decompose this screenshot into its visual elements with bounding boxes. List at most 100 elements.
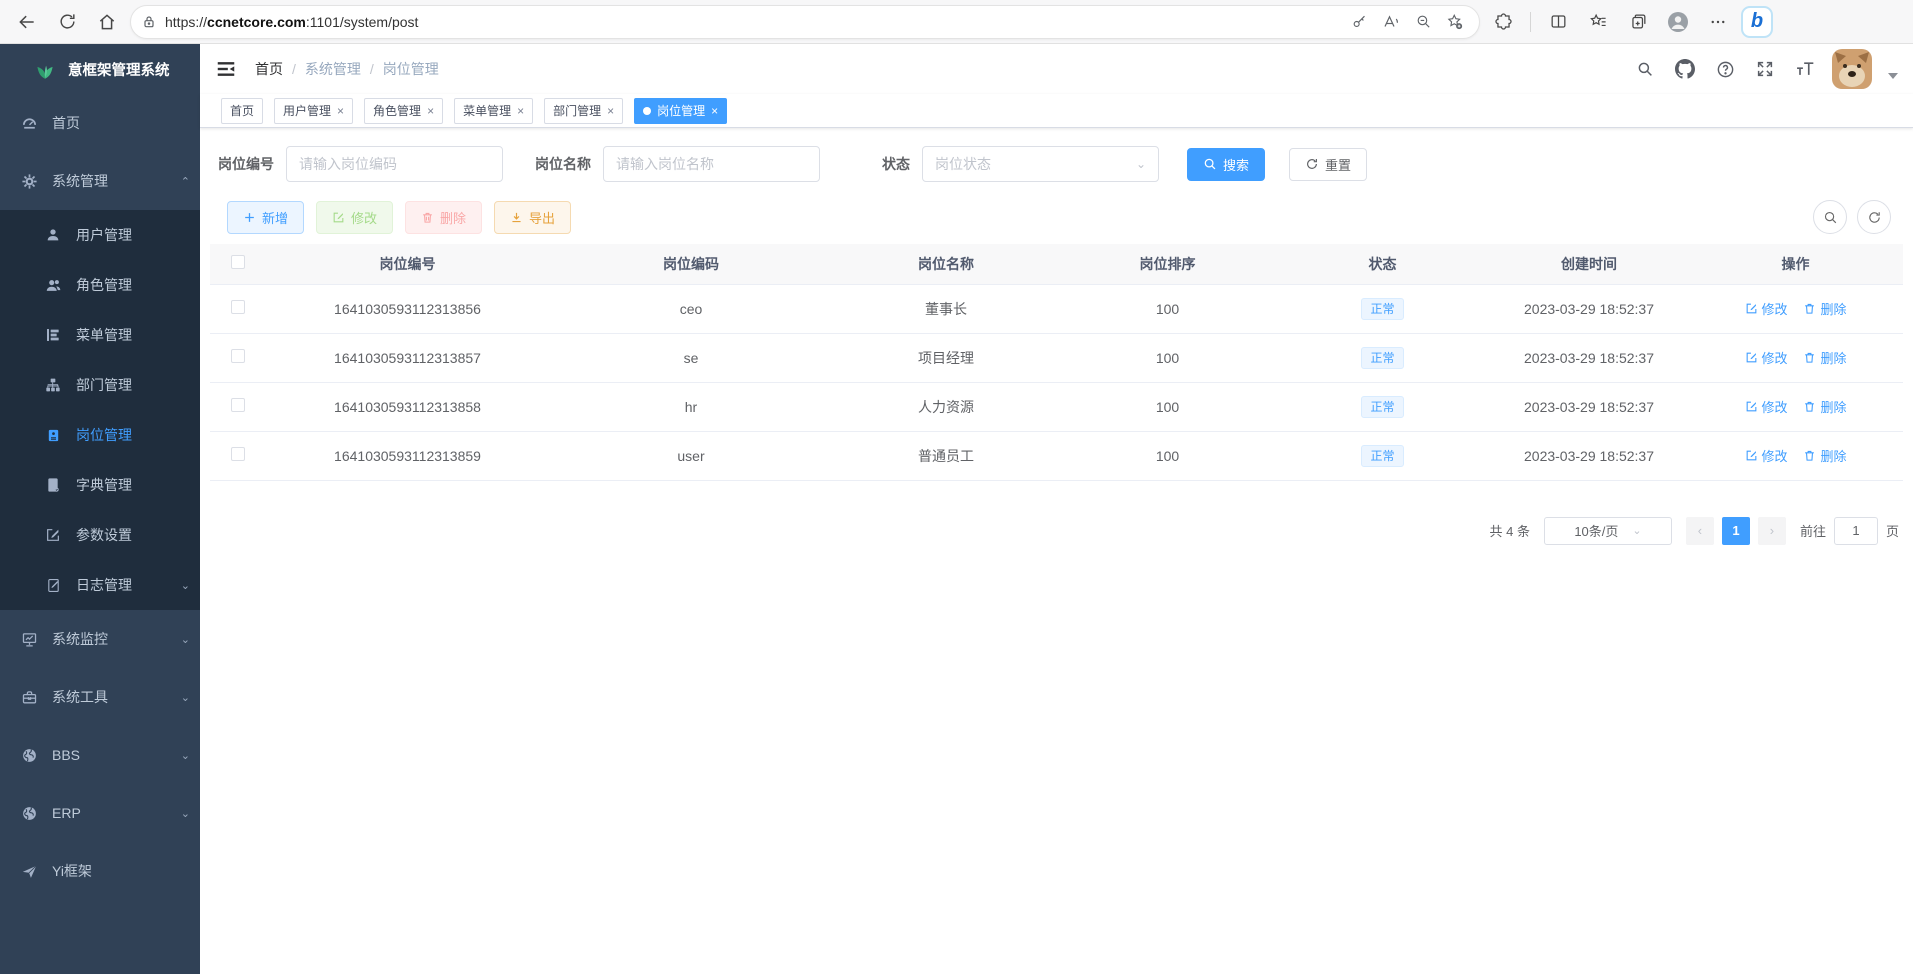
sidebar-item-yi-framework[interactable]: Yi框架 (0, 842, 200, 900)
row-checkbox[interactable] (231, 398, 245, 412)
sidebar-item-erp[interactable]: ERP ⌄ (0, 784, 200, 842)
sidebar-item-bbs[interactable]: BBS ⌄ (0, 726, 200, 784)
sidebar-item-roles[interactable]: 角色管理 (0, 260, 200, 310)
bing-chat-button[interactable]: b (1741, 6, 1773, 38)
show-search-toggle-button[interactable] (1813, 200, 1847, 234)
search-icon (1636, 60, 1654, 78)
menu-fold-button[interactable] (215, 58, 237, 80)
sidebar-item-posts[interactable]: 岗位管理 (0, 410, 200, 460)
github-button[interactable] (1672, 56, 1698, 82)
caret-down-icon[interactable] (1888, 73, 1898, 79)
sidebar-item-users[interactable]: 用户管理 (0, 210, 200, 260)
header-search-button[interactable] (1632, 56, 1658, 82)
sidebar-item-menus[interactable]: 菜单管理 (0, 310, 200, 360)
tab-users[interactable]: 用户管理× (274, 98, 353, 124)
split-screen-button[interactable] (1541, 5, 1575, 39)
font-size-button[interactable] (1792, 56, 1818, 82)
extensions-button[interactable] (1486, 5, 1520, 39)
row-delete-button[interactable]: 删除 (1803, 397, 1846, 416)
reset-button[interactable]: 重置 (1289, 148, 1367, 181)
home-button[interactable] (90, 5, 124, 39)
address-bar[interactable]: https://ccnetcore.com:1101/system/post (130, 5, 1480, 39)
goto-page-input[interactable] (1834, 517, 1878, 545)
close-icon[interactable]: × (607, 104, 614, 118)
row-edit-button[interactable]: 修改 (1745, 348, 1788, 367)
status-select-placeholder: 岗位状态 (935, 154, 991, 174)
breadcrumb-home[interactable]: 首页 (255, 59, 283, 79)
refresh-table-button[interactable] (1857, 200, 1891, 234)
delete-button[interactable]: 删除 (405, 201, 482, 234)
search-icon (1203, 157, 1217, 171)
row-edit-button[interactable]: 修改 (1745, 299, 1788, 318)
tab-menus[interactable]: 菜单管理× (454, 98, 533, 124)
sidebar-item-parameters[interactable]: 参数设置 (0, 510, 200, 560)
main-area: 首页 / 系统管理 / 岗位管理 (200, 44, 1913, 974)
sidebar-item-departments[interactable]: 部门管理 (0, 360, 200, 410)
row-delete-button[interactable]: 删除 (1803, 348, 1846, 367)
post-name-input[interactable] (603, 146, 820, 182)
password-key-button[interactable] (1345, 8, 1373, 36)
row-delete-button[interactable]: 删除 (1803, 446, 1846, 465)
edit-button[interactable]: 修改 (316, 201, 393, 234)
tab-roles[interactable]: 角色管理× (364, 98, 443, 124)
url-text: https://ccnetcore.com:1101/system/post (165, 14, 1345, 30)
close-icon[interactable]: × (517, 104, 524, 118)
profile-button[interactable] (1661, 5, 1695, 39)
zoom-out-button[interactable] (1409, 8, 1437, 36)
tab-home[interactable]: 首页 (221, 98, 263, 124)
export-button[interactable]: 导出 (494, 201, 571, 234)
cell-post-code: user (550, 431, 832, 480)
tab-posts[interactable]: 岗位管理× (634, 98, 727, 124)
row-edit-button[interactable]: 修改 (1745, 397, 1788, 416)
favorites-bar-icon (1589, 12, 1608, 31)
sidebar-item-system[interactable]: 系统管理 ⌃ (0, 152, 200, 210)
sidebar-item-dictionary[interactable]: 字典管理 (0, 460, 200, 510)
row-checkbox[interactable] (231, 447, 245, 461)
table-row: 1641030593112313859 user 普通员工 100 正常 202… (210, 431, 1903, 480)
trash-icon (421, 211, 434, 224)
refresh-button[interactable] (50, 5, 84, 39)
add-button[interactable]: 新增 (227, 201, 304, 234)
avatar[interactable] (1832, 49, 1872, 89)
search-button[interactable]: 搜索 (1187, 148, 1265, 181)
back-button[interactable] (10, 5, 44, 39)
close-icon[interactable]: × (337, 104, 344, 118)
collections-button[interactable] (1621, 5, 1655, 39)
read-aloud-button[interactable] (1377, 8, 1405, 36)
row-edit-button[interactable]: 修改 (1745, 446, 1788, 465)
post-code-input[interactable] (286, 146, 503, 182)
status-badge: 正常 (1361, 298, 1403, 320)
favorites-bar-button[interactable] (1581, 5, 1615, 39)
posts-table: 岗位编号 岗位编码 岗位名称 岗位排序 状态 创建时间 操作 164103059… (210, 244, 1903, 481)
tab-departments[interactable]: 部门管理× (544, 98, 623, 124)
sidebar-item-home[interactable]: 首页 (0, 94, 200, 152)
next-page-button[interactable]: › (1758, 517, 1786, 545)
page-size-select[interactable]: 10条/页 ⌄ (1544, 517, 1672, 545)
sidebar-item-tools[interactable]: 系统工具 ⌄ (0, 668, 200, 726)
row-checkbox[interactable] (231, 300, 245, 314)
chevron-down-icon: ⌄ (1136, 157, 1146, 171)
fullscreen-button[interactable] (1752, 56, 1778, 82)
row-delete-button[interactable]: 删除 (1803, 299, 1846, 318)
chevron-down-icon: ⌄ (181, 807, 190, 820)
total-count: 共 4 条 (1490, 521, 1530, 540)
prev-page-button[interactable]: ‹ (1686, 517, 1714, 545)
page-number-current[interactable]: 1 (1722, 517, 1750, 545)
active-dot (643, 107, 651, 115)
chevron-left-icon: ‹ (1698, 523, 1702, 538)
select-all-checkbox[interactable] (231, 255, 245, 269)
sidebar-item-logs[interactable]: 日志管理 ⌄ (0, 560, 200, 610)
status-select[interactable]: 岗位状态 ⌄ (922, 146, 1159, 182)
search-form: 岗位编号 岗位名称 状态 岗位状态 ⌄ 搜索 (218, 146, 1903, 182)
favorite-add-button[interactable] (1441, 8, 1469, 36)
row-checkbox[interactable] (231, 349, 245, 363)
status-badge: 正常 (1361, 347, 1403, 369)
more-menu-button[interactable] (1701, 5, 1735, 39)
edit-icon (332, 211, 345, 224)
sidebar-item-monitor[interactable]: 系统监控 ⌄ (0, 610, 200, 668)
close-icon[interactable]: × (427, 104, 434, 118)
help-button[interactable] (1712, 56, 1738, 82)
logo[interactable]: 意框架管理系统 (0, 44, 200, 94)
close-icon[interactable]: × (711, 104, 718, 118)
breadcrumb-current: 岗位管理 (383, 59, 439, 79)
